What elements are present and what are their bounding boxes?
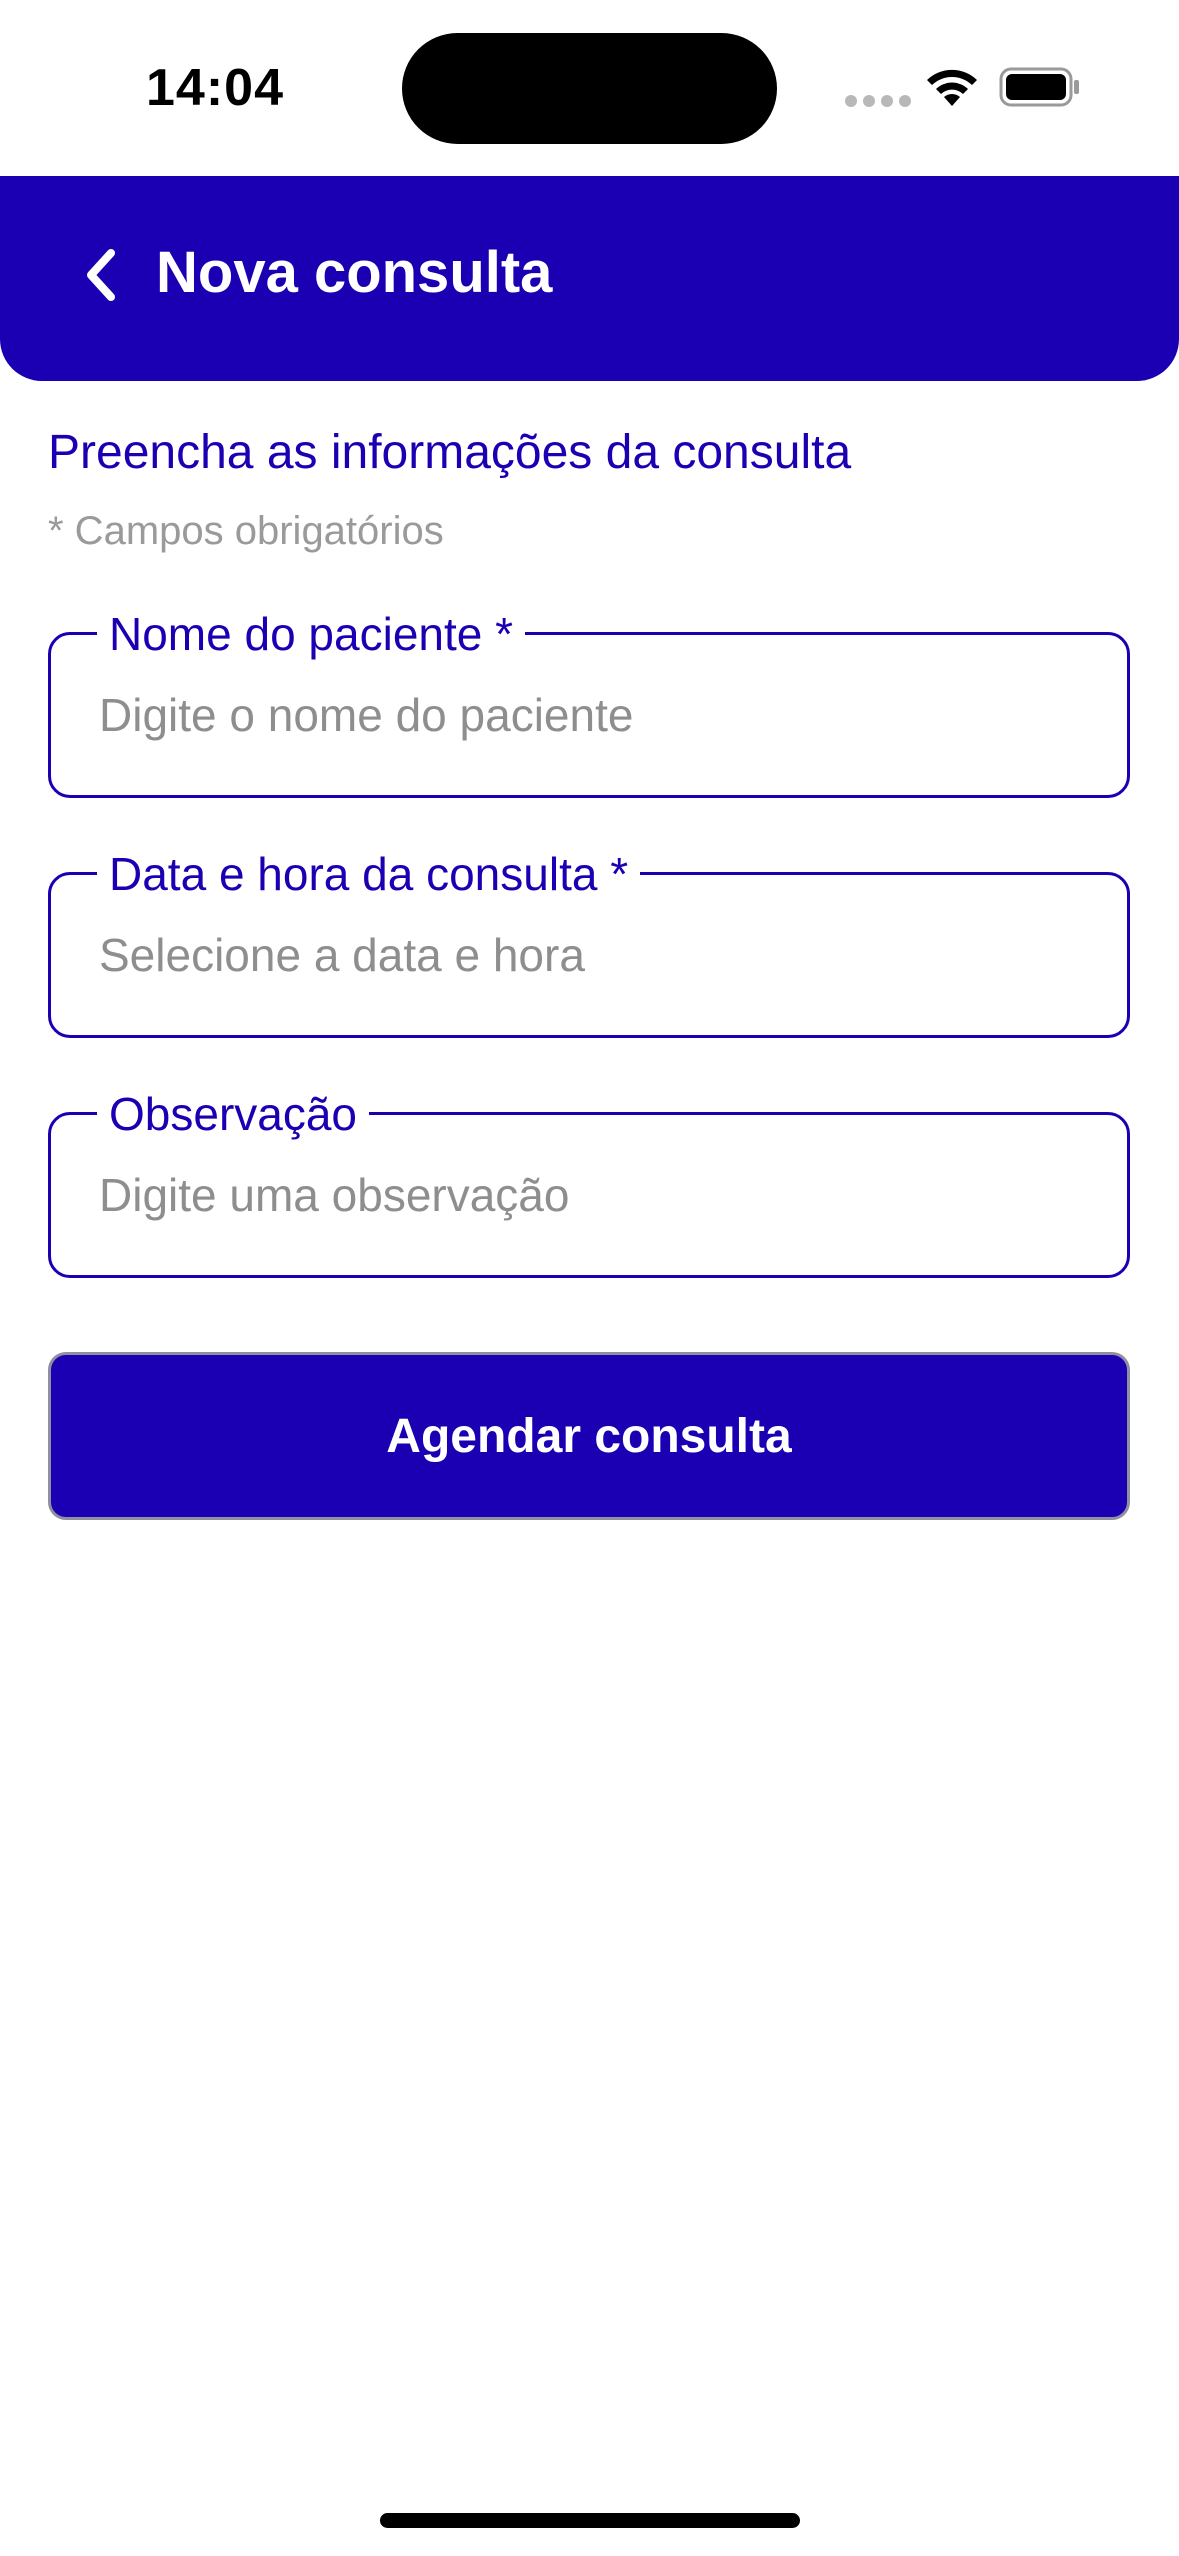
page-title: Nova consulta — [156, 240, 553, 305]
status-time: 14:04 — [146, 59, 284, 117]
status-bar: 14:04 — [0, 0, 1179, 176]
dynamic-island — [402, 33, 777, 144]
patient-name-field: Nome do paciente * — [48, 601, 1130, 798]
observation-input[interactable] — [99, 1159, 1079, 1231]
patient-name-label: Nome do paciente * — [97, 601, 526, 667]
patient-name-input[interactable] — [99, 679, 1079, 751]
home-indicator[interactable] — [380, 2513, 800, 2528]
signal-dots-icon — [845, 95, 911, 107]
schedule-appointment-button[interactable]: Agendar consulta — [48, 1352, 1130, 1520]
required-fields-note: * Campos obrigatórios — [48, 509, 444, 553]
appointment-datetime-input[interactable] — [99, 919, 1079, 991]
wifi-icon — [927, 69, 977, 106]
form-intro: Preencha as informações da consulta — [48, 426, 852, 479]
app-header: Nova consulta — [0, 176, 1179, 381]
chevron-left-icon — [87, 249, 115, 301]
appointment-datetime-field: Data e hora da consulta * — [48, 841, 1130, 1038]
appointment-datetime-label: Data e hora da consulta * — [97, 841, 641, 907]
back-button[interactable] — [66, 240, 136, 310]
observation-label: Observação — [97, 1081, 370, 1147]
observation-field: Observação — [48, 1081, 1130, 1278]
battery-icon — [999, 67, 1079, 107]
